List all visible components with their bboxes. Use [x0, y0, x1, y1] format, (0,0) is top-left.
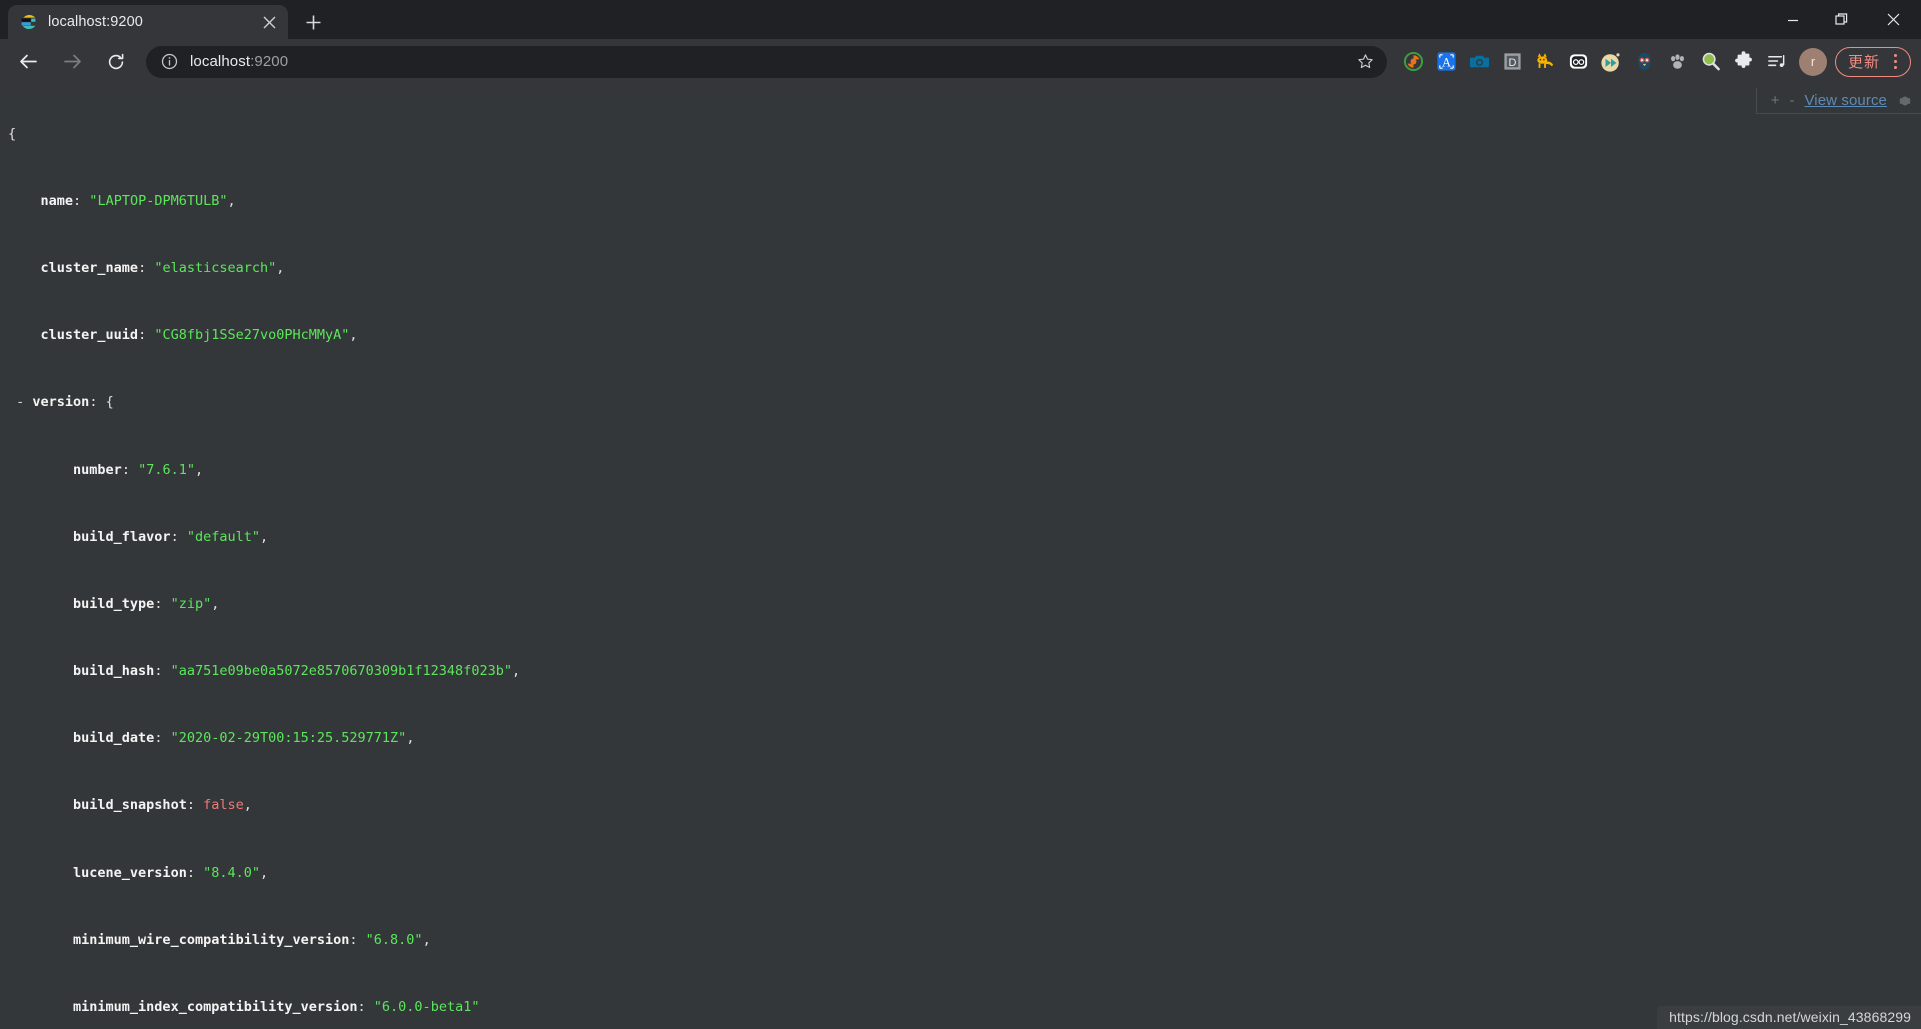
json-value-build-snapshot: false [203, 797, 244, 814]
json-key-build-flavor: build_flavor [73, 528, 171, 545]
avatar[interactable]: r [1798, 47, 1827, 76]
update-label: 更新 [1847, 54, 1880, 71]
json-key-build-date: build_date [73, 730, 155, 747]
forward-button[interactable] [54, 44, 90, 80]
json-key-name: name [40, 192, 74, 209]
json-document: { name: "LAPTOP-DPM6TULB", cluster_name:… [0, 84, 1921, 1029]
browser-toolbar: localhost:9200 A D r 更新 [0, 39, 1921, 84]
playlist-extension-icon[interactable] [1760, 45, 1793, 78]
arrow-left-icon [19, 54, 37, 69]
letter-d-extension-icon[interactable]: D [1496, 45, 1529, 78]
status-bar-url: https://blog.csdn.net/weixin_43868299 [1657, 1006, 1921, 1029]
browser-tab[interactable]: localhost:9200 [8, 5, 288, 39]
star-outline-icon[interactable] [1351, 47, 1381, 77]
json-version-open-brace: { [105, 394, 114, 411]
tab-title: localhost:9200 [48, 14, 143, 30]
goggles-extension-icon[interactable] [1562, 45, 1595, 78]
json-key-cluster-uuid: cluster_uuid [40, 327, 139, 344]
close-icon[interactable] [1865, 0, 1921, 39]
sync-extension-icon[interactable] [1397, 45, 1430, 78]
expand-all-button[interactable]: + [1771, 92, 1780, 109]
json-line: lucene_version: "8.4.0", [73, 864, 269, 881]
svg-text:D: D [1509, 57, 1517, 69]
json-value-number: 7.6.1 [146, 461, 187, 478]
cat-extension-icon[interactable] [1529, 45, 1562, 78]
view-source-link[interactable]: View source [1804, 92, 1887, 109]
elasticsearch-favicon [20, 13, 38, 31]
plus-icon [306, 15, 320, 29]
tab-strip: localhost:9200 [0, 0, 1921, 39]
address-bar[interactable]: localhost:9200 [146, 45, 1387, 78]
new-tab-button[interactable] [298, 7, 328, 37]
minimize-icon[interactable] [1769, 0, 1817, 39]
close-icon[interactable] [258, 11, 280, 33]
json-key-cluster-name: cluster_name [40, 259, 139, 276]
page-content: + - View source { name: "LAPTOP-DPM6TULB… [0, 84, 1921, 1029]
camera-extension-icon[interactable] [1463, 45, 1496, 78]
gear-icon[interactable] [1897, 93, 1913, 109]
update-button[interactable]: 更新 [1834, 46, 1911, 77]
json-value-cluster-uuid: CG8fbj1SSe27vo0PHcMMyA [162, 327, 342, 344]
arrow-right-icon [63, 54, 81, 69]
maximize-icon[interactable] [1817, 0, 1865, 39]
fast-forward-extension-icon[interactable] [1595, 45, 1628, 78]
penguin-extension-icon[interactable] [1628, 45, 1661, 78]
json-line: cluster_name: "elasticsearch", [40, 259, 285, 276]
json-line: build_flavor: "default", [73, 528, 269, 545]
window-controls [1769, 0, 1921, 39]
kebab-menu-icon[interactable] [1884, 49, 1906, 75]
url-host: localhost [190, 53, 251, 70]
json-value-build-date: 2020-02-29T00:15:25.529771Z [178, 730, 399, 747]
json-key-lucene-version: lucene_version [73, 864, 187, 881]
json-line: build_snapshot: false, [73, 797, 252, 814]
reload-icon [108, 53, 124, 69]
reload-button[interactable] [98, 44, 134, 80]
json-value-min-index: 6.0.0-beta1 [381, 999, 472, 1016]
json-key-min-index: minimum_index_compatibility_version [73, 999, 358, 1016]
json-open-brace: { [8, 125, 17, 142]
json-value-min-wire: 6.8.0 [373, 931, 415, 948]
json-value-build-type: zip [178, 595, 204, 612]
json-value-cluster-name: elasticsearch [162, 259, 269, 276]
json-key-version: version [32, 394, 90, 411]
svg-text:A: A [1442, 55, 1451, 69]
json-line: minimum_index_compatibility_version: "6.… [73, 999, 480, 1016]
json-line: { [0, 126, 1921, 143]
json-value-build-flavor: default [194, 528, 252, 545]
info-circle-icon[interactable] [158, 51, 180, 73]
json-line: - version: { [16, 394, 114, 411]
json-line: build_type: "zip", [73, 595, 220, 612]
collapse-all-button[interactable]: - [1789, 92, 1794, 109]
json-line: build_date: "2020-02-29T00:15:25.529771Z… [73, 730, 415, 747]
paw-extension-icon[interactable] [1661, 45, 1694, 78]
json-line: build_hash: "aa751e09be0a5072e8570670309… [73, 663, 521, 680]
json-viewer-controls: + - View source [1755, 88, 1921, 114]
puzzle-extensions-icon[interactable] [1727, 45, 1760, 78]
back-button[interactable] [10, 44, 46, 80]
json-key-number: number [73, 461, 122, 478]
json-value-name: LAPTOP-DPM6TULB [97, 192, 220, 209]
json-key-build-hash: build_hash [73, 663, 155, 680]
json-value-build-hash: aa751e09be0a5072e8570670309b1f12348f023b [178, 663, 504, 680]
url-text[interactable]: localhost:9200 [190, 53, 1351, 70]
json-value-lucene-version: 8.4.0 [211, 864, 252, 881]
json-line: minimum_wire_compatibility_version: "6.8… [73, 931, 431, 948]
json-line: number: "7.6.1", [73, 461, 204, 478]
url-port: :9200 [250, 53, 289, 70]
json-key-build-snapshot: build_snapshot [73, 797, 187, 814]
json-line: name: "LAPTOP-DPM6TULB", [40, 192, 236, 209]
letter-a-extension-icon[interactable]: A [1430, 45, 1463, 78]
magnifier-extension-icon[interactable] [1694, 45, 1727, 78]
json-key-min-wire: minimum_wire_compatibility_version [73, 931, 350, 948]
json-key-build-type: build_type [73, 595, 155, 612]
json-line: cluster_uuid: "CG8fbj1SSe27vo0PHcMMyA", [40, 327, 358, 344]
